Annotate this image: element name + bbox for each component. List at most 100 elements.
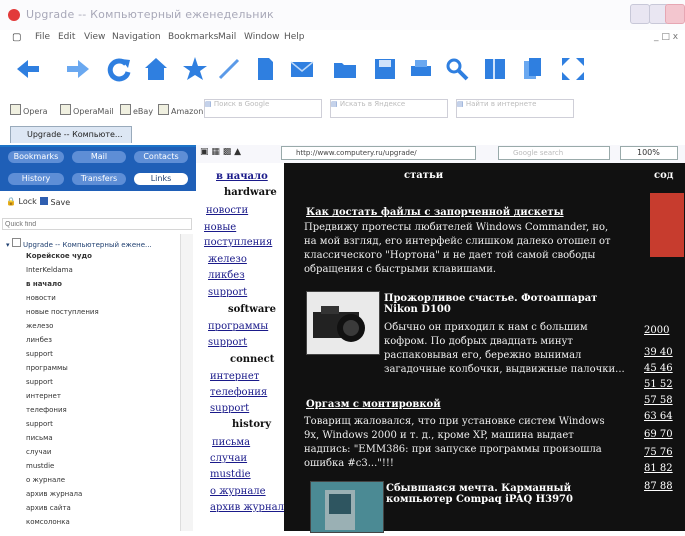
- list-item[interactable]: комсолонка: [26, 518, 70, 526]
- nav-home-link[interactable]: в начало: [216, 171, 268, 182]
- nav-link[interactable]: support: [208, 287, 247, 298]
- list-item[interactable]: новые поступления: [26, 308, 99, 316]
- search-field-1[interactable]: ▤ Поиск в Google: [204, 99, 322, 118]
- new-page-icon[interactable]: ▢: [12, 32, 21, 43]
- search-field-3[interactable]: ▤ Найти в интернете: [456, 99, 574, 118]
- nav-link[interactable]: железо: [208, 254, 247, 265]
- list-item[interactable]: support: [26, 420, 53, 428]
- article-title[interactable]: Сбывшаяся мечта. Карманный компьютер Com…: [386, 483, 626, 505]
- article-title[interactable]: Прожорливое счастье. Фотоаппарат Nikon D…: [384, 293, 634, 315]
- menu-mail[interactable]: Mail: [218, 32, 236, 42]
- reload-icon[interactable]: [106, 56, 132, 82]
- issue-link[interactable]: 39 40: [644, 347, 673, 358]
- google-search-field[interactable]: Google search: [498, 146, 610, 160]
- search-field-2[interactable]: ▤ Искать в Яндексе: [330, 99, 448, 118]
- menu-window[interactable]: Window: [244, 32, 280, 42]
- panel-transfers-button[interactable]: Transfers: [72, 173, 126, 185]
- back-icon[interactable]: [15, 56, 41, 82]
- fullscreen-icon[interactable]: [560, 56, 586, 82]
- address-field[interactable]: http://www.computery.ru/upgrade/: [281, 146, 476, 160]
- list-item[interactable]: телефония: [26, 406, 67, 414]
- forward-icon[interactable]: [65, 56, 91, 82]
- ad-banner[interactable]: [650, 193, 684, 257]
- list-item[interactable]: письма: [26, 434, 53, 442]
- lock-button[interactable]: 🔒 Lock: [6, 197, 37, 206]
- menu-bookmarks[interactable]: Bookmarks: [168, 32, 218, 42]
- list-item[interactable]: InterKeldama: [26, 266, 73, 274]
- nav-link[interactable]: mustdie: [210, 469, 251, 480]
- menu-view[interactable]: View: [84, 32, 105, 42]
- nav-link[interactable]: о журнале: [210, 486, 266, 497]
- hotlist-icon[interactable]: [182, 56, 208, 82]
- nav-link[interactable]: случаи: [210, 453, 247, 464]
- list-item[interactable]: в начало: [26, 280, 62, 288]
- nav-link[interactable]: support: [208, 337, 247, 348]
- article-title[interactable]: Оргазм с монтировкой: [306, 399, 441, 410]
- bookmark-amazon[interactable]: Amazon: [158, 104, 203, 116]
- nav-link[interactable]: телефония: [210, 387, 267, 398]
- issue-link[interactable]: 57 58: [644, 395, 673, 406]
- list-item[interactable]: о журнале: [26, 476, 65, 484]
- tree-root[interactable]: ▾ Upgrade -- Компьютерный ежене...: [6, 238, 152, 249]
- panel-links-button[interactable]: Links: [134, 173, 188, 185]
- zoom-field[interactable]: 100%: [620, 146, 678, 160]
- list-item[interactable]: Корейское чудо: [26, 252, 92, 260]
- panel-mail-button[interactable]: Mail: [72, 151, 126, 163]
- issue-link[interactable]: 63 64: [644, 411, 673, 422]
- list-item[interactable]: support: [26, 350, 53, 358]
- home-icon[interactable]: [143, 56, 169, 82]
- nav-link[interactable]: новые: [204, 222, 236, 233]
- issue-link[interactable]: 2000: [644, 325, 669, 336]
- issue-link[interactable]: 69 70: [644, 429, 673, 440]
- nav-link[interactable]: письма: [212, 437, 250, 448]
- bookmark-operamail[interactable]: OperaMail: [60, 104, 114, 116]
- list-item[interactable]: случаи: [26, 448, 51, 456]
- issue-link[interactable]: 81 82: [644, 463, 673, 474]
- panel-history-button[interactable]: History: [8, 173, 64, 185]
- issue-link[interactable]: 51 52: [644, 379, 673, 390]
- mdi-controls[interactable]: _ □ x: [654, 32, 678, 42]
- pages-icon[interactable]: [520, 56, 546, 82]
- nav-link[interactable]: ликбез: [208, 270, 245, 281]
- list-item[interactable]: линбез: [26, 336, 52, 344]
- bookmark-ebay[interactable]: eBay: [120, 104, 153, 116]
- list-item[interactable]: архив сайта: [26, 504, 71, 512]
- panel-contacts-button[interactable]: Contacts: [134, 151, 188, 163]
- menu-file[interactable]: File: [35, 32, 50, 42]
- panel-bookmarks-button[interactable]: Bookmarks: [8, 151, 64, 163]
- page-tools-icons[interactable]: ▣ ▦ ▩ ▲: [200, 147, 241, 157]
- list-item[interactable]: архив журнала: [26, 490, 82, 498]
- issue-link[interactable]: 45 46: [644, 363, 673, 374]
- issue-link[interactable]: 87 88: [644, 481, 673, 492]
- list-item[interactable]: интернет: [26, 392, 61, 400]
- issue-link[interactable]: 75 76: [644, 447, 673, 458]
- panel-scrollbar[interactable]: [180, 234, 193, 531]
- nav-link[interactable]: архив журнала: [210, 502, 290, 513]
- folder-icon[interactable]: [332, 56, 358, 82]
- list-item[interactable]: mustdie: [26, 462, 54, 470]
- menu-navigation[interactable]: Navigation: [112, 32, 161, 42]
- nav-link[interactable]: support: [210, 403, 249, 414]
- print-icon[interactable]: [408, 56, 434, 82]
- nav-link[interactable]: программы: [208, 321, 268, 332]
- panel-icon[interactable]: [482, 56, 508, 82]
- list-item[interactable]: support: [26, 378, 53, 386]
- nav-link[interactable]: поступления: [204, 237, 272, 248]
- nav-link[interactable]: новости: [206, 205, 248, 216]
- menu-help[interactable]: Help: [284, 32, 305, 42]
- list-item[interactable]: новости: [26, 294, 56, 302]
- article-title[interactable]: Как достать файлы с запорченной дискеты: [306, 207, 564, 218]
- find-icon[interactable]: [444, 56, 470, 82]
- mail-icon[interactable]: [289, 56, 315, 82]
- close-button[interactable]: [665, 4, 685, 24]
- bookmark-opera[interactable]: Opera: [10, 104, 48, 116]
- document-icon[interactable]: [252, 56, 278, 82]
- menu-edit[interactable]: Edit: [58, 32, 75, 42]
- list-item[interactable]: железо: [26, 322, 53, 330]
- tab-upgrade[interactable]: Upgrade -- Компьюте...: [10, 126, 132, 143]
- save-links-button[interactable]: Save: [40, 197, 70, 207]
- save-icon[interactable]: [372, 56, 398, 82]
- list-item[interactable]: программы: [26, 364, 68, 372]
- pen-icon[interactable]: [216, 56, 242, 82]
- panel-search-input[interactable]: [2, 218, 192, 230]
